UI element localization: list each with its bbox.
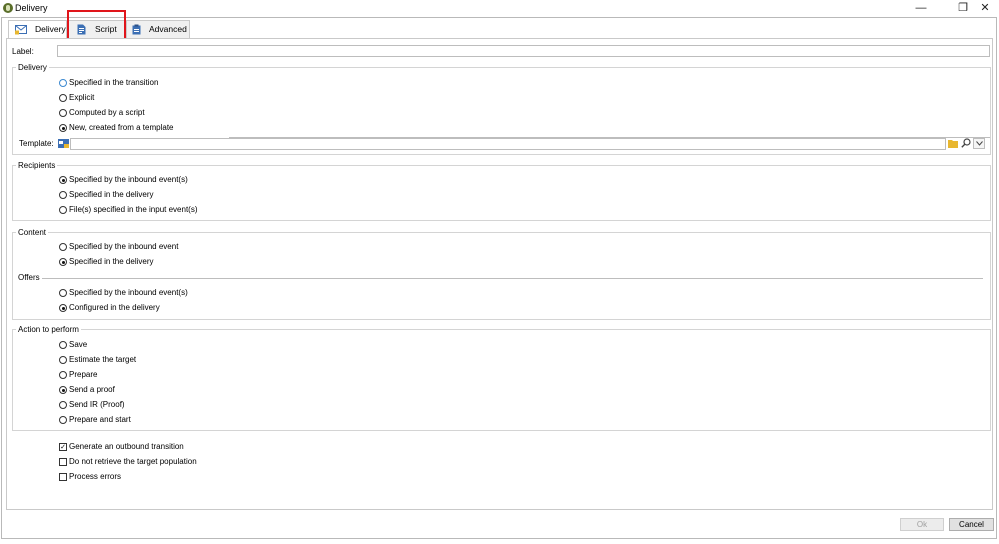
action-group-title: Action to perform [16,325,81,334]
label-input[interactable] [57,45,990,57]
option-label: Save [69,340,88,349]
offers-group-title: Offers [16,273,42,282]
option-label: New, created from a template [69,123,174,132]
magnifier-icon[interactable] [961,138,971,148]
radio-prepare-and-start[interactable] [59,416,67,424]
option-label: Explicit [69,93,95,102]
template-input[interactable] [70,138,946,150]
window-title: Delivery [15,3,48,13]
folder-icon[interactable] [948,139,958,148]
tab-advanced[interactable]: Advanced [126,20,190,38]
app-logo-icon [3,3,13,13]
chevron-down-icon [976,141,983,146]
radio-recipients-delivery[interactable] [59,191,67,199]
window-titlebar [0,0,999,16]
option-label: File(s) specified in the input event(s) [69,205,198,214]
recipients-group-title: Recipients [16,161,58,170]
restore-icon[interactable]: ❐ [952,1,974,15]
radio-recipients-files[interactable] [59,206,67,214]
radio-save[interactable] [59,341,67,349]
tab-advanced-label: Advanced [149,24,187,34]
option-label: Computed by a script [69,108,145,117]
radio-computed-by-script[interactable] [59,109,67,117]
cancel-button[interactable]: Cancel [949,518,994,531]
option-label: Prepare and start [69,415,131,424]
option-label: Specified in the delivery [69,257,154,266]
checkbox-process-errors[interactable] [59,473,67,481]
radio-offers-inbound[interactable] [59,289,67,297]
tab-delivery[interactable]: Delivery [8,20,67,39]
ok-button[interactable]: Ok [900,518,944,531]
radio-prepare[interactable] [59,371,67,379]
radio-explicit[interactable] [59,94,67,102]
option-label: Specified in the transition [69,78,159,87]
delivery-group-title: Delivery [16,63,49,72]
radio-new-from-template[interactable] [59,124,67,132]
envelope-icon [15,25,27,35]
template-dropdown-button[interactable] [973,138,985,149]
option-label: Specified by the inbound event(s) [69,175,188,184]
radio-content-delivery[interactable] [59,258,67,266]
minimize-icon[interactable]: — [910,1,932,15]
option-label: Estimate the target [69,355,137,364]
checkbox-no-retrieve-target[interactable] [59,458,67,466]
radio-estimate-target[interactable] [59,356,67,364]
checkbox-label: Generate an outbound transition [69,442,184,451]
clipboard-icon [132,24,141,35]
action-group [12,329,991,431]
checkbox-label: Do not retrieve the target population [69,457,197,466]
option-label: Specified by the inbound event [69,242,179,251]
radio-offers-delivery[interactable] [59,304,67,312]
checkbox-generate-outbound[interactable]: ✓ [59,443,67,451]
radio-content-inbound[interactable] [59,243,67,251]
content-group-title: Content [16,228,49,237]
option-label: Send IR (Proof) [69,400,125,409]
template-label: Template: [19,139,54,148]
tab-delivery-label: Delivery [35,24,66,34]
template-type-icon [58,139,69,148]
checkbox-label: Process errors [69,472,122,481]
radio-specified-in-transition[interactable] [59,79,67,87]
option-label: Specified in the delivery [69,190,154,199]
offers-separator [42,278,983,279]
radio-recipients-inbound[interactable] [59,176,67,184]
radio-send-ir-proof[interactable] [59,401,67,409]
option-label: Configured in the delivery [69,303,160,312]
option-label: Prepare [69,370,98,379]
option-label: Specified by the inbound event(s) [69,288,188,297]
option-label: Send a proof [69,385,115,394]
radio-send-proof[interactable] [59,386,67,394]
close-icon[interactable]: ✕ [974,1,996,15]
label-field-label: Label: [12,47,34,56]
